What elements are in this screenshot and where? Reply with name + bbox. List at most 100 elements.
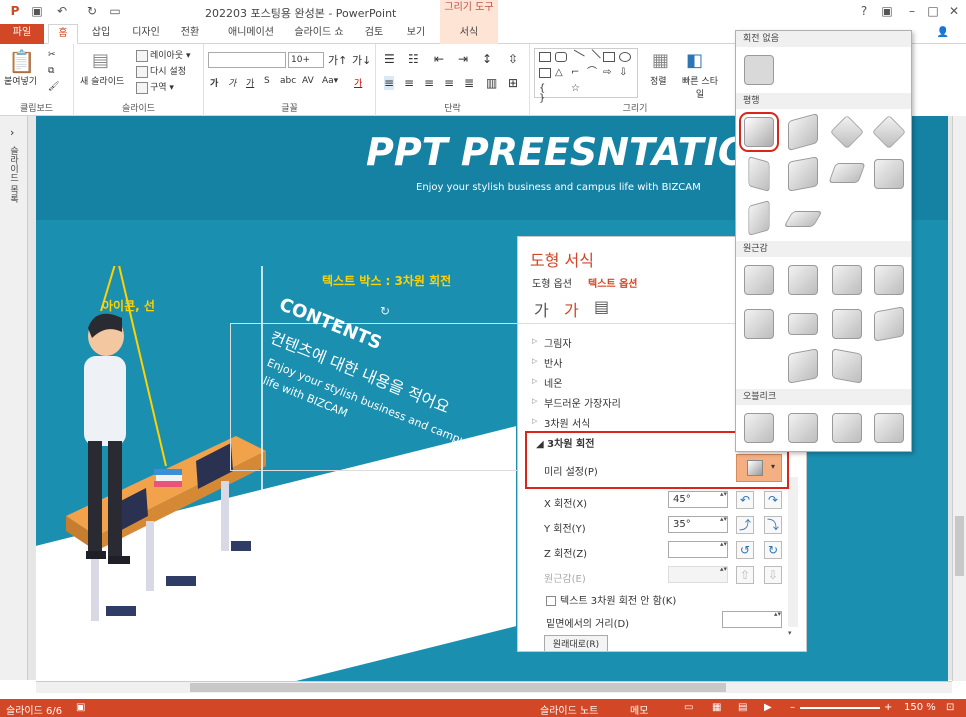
perspective-increase-icon[interactable]: ⇧ — [736, 566, 754, 584]
preset-perspective-7[interactable] — [832, 309, 862, 339]
decrease-font-icon[interactable]: 가↓ — [352, 52, 371, 68]
account-icon[interactable]: 👤 — [928, 24, 958, 44]
oval-shape-icon[interactable] — [619, 52, 631, 62]
char-spacing-icon[interactable]: AV — [302, 76, 314, 86]
close-icon[interactable]: ✕ — [945, 3, 963, 19]
preset-parallel-6[interactable] — [788, 156, 818, 192]
normal-view-icon[interactable]: ▭ — [684, 702, 693, 713]
arrange-icon[interactable]: ▦ — [652, 50, 669, 71]
slide-title[interactable]: PPT PREESNTATION — [366, 130, 782, 174]
preset-perspective-3[interactable] — [832, 265, 862, 295]
preset-parallel-4[interactable] — [872, 115, 906, 149]
curve-shape-icon[interactable]: ⌒ — [587, 68, 599, 78]
tab-home[interactable]: 홈 — [48, 24, 78, 44]
tab-transitions[interactable]: 전환 — [172, 24, 208, 44]
strikethrough-icon[interactable]: abc — [280, 76, 296, 86]
keep-text-flat-option[interactable]: 텍스트 3차원 회전 안 함(K) — [546, 592, 676, 607]
preset-perspective-6[interactable] — [788, 313, 818, 335]
new-slide-button[interactable]: 새 슬라이드 — [80, 74, 124, 87]
tab-file[interactable]: 파일 — [0, 24, 44, 44]
distance-input[interactable] — [722, 610, 782, 628]
preset-parallel-9[interactable] — [748, 200, 770, 236]
preset-parallel-10[interactable] — [783, 211, 823, 227]
line-shape-icon[interactable] — [569, 49, 585, 65]
preset-oblique-4[interactable] — [874, 413, 904, 443]
textbox-shape-icon[interactable] — [603, 52, 615, 62]
z-rotate-ccw-icon[interactable]: ↺ — [736, 541, 754, 559]
bullets-icon[interactable]: ☰ — [384, 52, 395, 66]
slideshow-view-icon[interactable]: ▶ — [764, 702, 772, 713]
maximize-icon[interactable]: □ — [924, 3, 942, 19]
elbow-shape-icon[interactable]: ⌐ — [571, 68, 583, 78]
undo-icon[interactable]: ↶ — [55, 4, 69, 18]
format-painter-icon[interactable]: 🖌 — [48, 82, 59, 92]
align-center-icon[interactable]: ≡ — [404, 76, 414, 90]
shapes-gallery[interactable]: △ ⌐ ⌒ ⇨ ⇩ { } ☆ — [534, 48, 638, 104]
notes-button[interactable]: 슬라이드 노트 — [540, 702, 598, 717]
y-rotate-up-icon[interactable]: ⤴ — [736, 516, 754, 534]
down-arrow-shape-icon[interactable]: ⇩ — [619, 68, 631, 78]
reading-view-icon[interactable]: ▤ — [738, 702, 747, 713]
vertical-scrollbar[interactable] — [952, 116, 966, 681]
tab-format[interactable]: 서식 — [440, 24, 498, 44]
slides-panel-collapsed[interactable]: › 슬라이드 목록 — [0, 116, 28, 680]
line-spacing-icon[interactable]: ↕ — [482, 52, 492, 66]
tab-view[interactable]: 보기 — [400, 24, 432, 44]
ribbon-display-icon[interactable]: ▣ — [878, 3, 896, 19]
horizontal-scroll-thumb[interactable] — [190, 683, 726, 692]
text-options-tab[interactable]: 텍스트 옵션 — [588, 275, 637, 290]
distribute-icon[interactable]: ≣ — [464, 76, 474, 90]
expand-panel-icon[interactable]: › — [10, 126, 14, 139]
zoom-level[interactable]: 150 % — [904, 702, 936, 713]
tab-animations[interactable]: 애니메이션 — [218, 24, 284, 44]
text-direction-icon[interactable]: ⇳ — [508, 52, 518, 66]
star-shape-icon[interactable]: ☆ — [571, 84, 583, 94]
z-rotation-input[interactable] — [668, 540, 728, 558]
shadow-icon[interactable]: S — [264, 76, 270, 86]
preset-perspective-4[interactable] — [874, 265, 904, 295]
preset-oblique-2[interactable] — [788, 413, 818, 443]
numbering-icon[interactable]: ☷ — [408, 52, 419, 66]
change-case-icon[interactable]: Aa▾ — [322, 76, 338, 86]
align-right-icon[interactable]: ≡ — [424, 76, 434, 90]
preset-perspective-10[interactable] — [832, 348, 862, 384]
bold-icon[interactable]: 가 — [210, 76, 218, 89]
tab-slideshow[interactable]: 슬라이드 쇼 — [290, 24, 348, 44]
perspective-decrease-icon[interactable]: ⇩ — [764, 566, 782, 584]
x-rotation-input[interactable]: 45° — [668, 490, 728, 508]
font-size-input[interactable]: 10+ — [288, 52, 324, 68]
tab-design[interactable]: 디자인 — [126, 24, 166, 44]
text-fill-icon[interactable]: 가 — [534, 297, 549, 321]
shape-options-tab[interactable]: 도형 옵션 — [532, 275, 572, 290]
rotation-handle-icon[interactable]: ↻ — [380, 304, 390, 318]
new-slide-icon[interactable]: ▤ — [92, 50, 109, 71]
section-3d-format[interactable]: 3차원 서식 — [532, 415, 590, 430]
layout-button[interactable]: 레이아웃 ▾ — [136, 48, 191, 62]
preset-parallel-5[interactable] — [748, 156, 770, 192]
x-rotate-right-icon[interactable]: ↷ — [764, 491, 782, 509]
italic-icon[interactable]: 가 — [228, 76, 236, 89]
comments-button[interactable]: 메모 — [630, 702, 648, 717]
save-icon[interactable]: ▣ — [30, 4, 44, 18]
section-button[interactable]: 구역 ▾ — [136, 80, 174, 94]
reset-3d-button[interactable]: 원래대로(R) — [544, 635, 608, 651]
horizontal-scrollbar[interactable] — [36, 681, 952, 693]
preset-parallel-7[interactable] — [828, 163, 866, 183]
reset-button[interactable]: 다시 설정 — [136, 64, 186, 78]
arrange-button[interactable]: 정렬 — [650, 74, 667, 87]
justify-icon[interactable]: ≡ — [444, 76, 454, 90]
slide-subtitle[interactable]: Enjoy your stylish business and campus l… — [416, 182, 701, 193]
section-reflection[interactable]: 반사 — [532, 355, 563, 370]
slide-sorter-icon[interactable]: ▦ — [712, 702, 721, 713]
preset-no-rotation[interactable] — [744, 55, 774, 85]
smartart-icon[interactable]: ⊞ — [508, 76, 518, 90]
quick-styles-button[interactable]: 빠른 스타일 — [680, 74, 720, 100]
x-rotate-left-icon[interactable]: ↶ — [736, 491, 754, 509]
preset-perspective-2[interactable] — [788, 265, 818, 295]
pane-scrollbar[interactable] — [788, 477, 798, 627]
preset-parallel-8[interactable] — [874, 159, 904, 189]
columns-icon[interactable]: ▥ — [486, 76, 497, 90]
textbox-layout-icon[interactable]: ▤ — [594, 297, 609, 316]
rounded-rect-shape-icon[interactable] — [555, 52, 567, 62]
rect2-shape-icon[interactable] — [539, 68, 551, 78]
